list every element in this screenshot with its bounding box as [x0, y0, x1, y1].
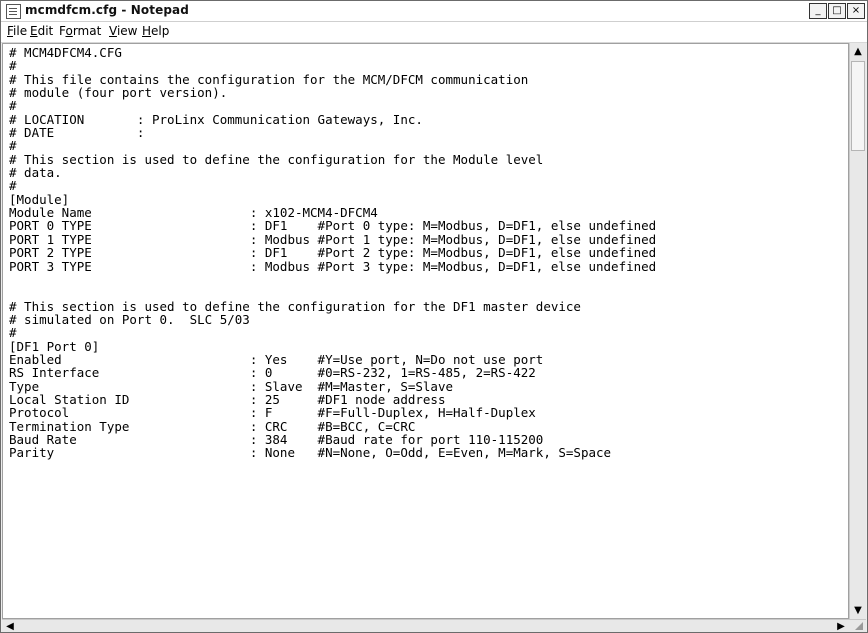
scroll-down-arrow-icon[interactable]: ▼: [850, 602, 866, 619]
close-button[interactable]: ×: [847, 3, 865, 19]
title-bar[interactable]: mcmdfcm.cfg - Notepad _ □ ×: [1, 1, 867, 22]
editor-content[interactable]: # MCM4DFCM4.CFG # # This file contains t…: [9, 46, 656, 460]
minimize-button[interactable]: _: [809, 3, 827, 19]
horizontal-scrollbar[interactable]: ◀ ▶: [2, 619, 849, 632]
notepad-icon: [6, 4, 21, 19]
maximize-button[interactable]: □: [828, 3, 846, 19]
menu-edit-label: dit: [37, 24, 54, 38]
menu-view[interactable]: View: [109, 24, 137, 38]
text-editor[interactable]: # MCM4DFCM4.CFG # # This file contains t…: [2, 43, 849, 619]
vertical-scrollbar[interactable]: ▲ ▼: [849, 43, 866, 619]
menu-help-label: elp: [151, 24, 170, 38]
menu-edit-mnemonic: E: [30, 24, 38, 38]
menu-help[interactable]: Help: [142, 24, 169, 38]
vertical-scroll-thumb[interactable]: [851, 61, 865, 151]
menu-format-mnemonic: o: [65, 24, 73, 38]
window-controls: _ □ ×: [809, 3, 865, 19]
menu-view-label: iew: [116, 24, 138, 38]
menu-format[interactable]: Format: [59, 24, 101, 38]
menu-edit[interactable]: Edit: [30, 24, 53, 38]
menu-file-label: ile: [13, 24, 28, 38]
scroll-left-arrow-icon[interactable]: ◀: [4, 620, 16, 633]
menu-view-mnemonic: V: [109, 24, 117, 38]
menu-bar: File Edit Format View Help: [1, 22, 867, 43]
notepad-window: mcmdfcm.cfg - Notepad _ □ × File Edit Fo…: [0, 0, 868, 633]
menu-format-label: rmat: [72, 24, 102, 38]
menu-help-mnemonic: H: [142, 24, 152, 38]
scroll-up-arrow-icon[interactable]: ▲: [850, 43, 866, 60]
window-title: mcmdfcm.cfg - Notepad: [25, 3, 189, 17]
menu-file[interactable]: File: [7, 24, 27, 38]
resize-grip-icon[interactable]: [849, 619, 866, 632]
scroll-right-arrow-icon[interactable]: ▶: [835, 620, 847, 633]
